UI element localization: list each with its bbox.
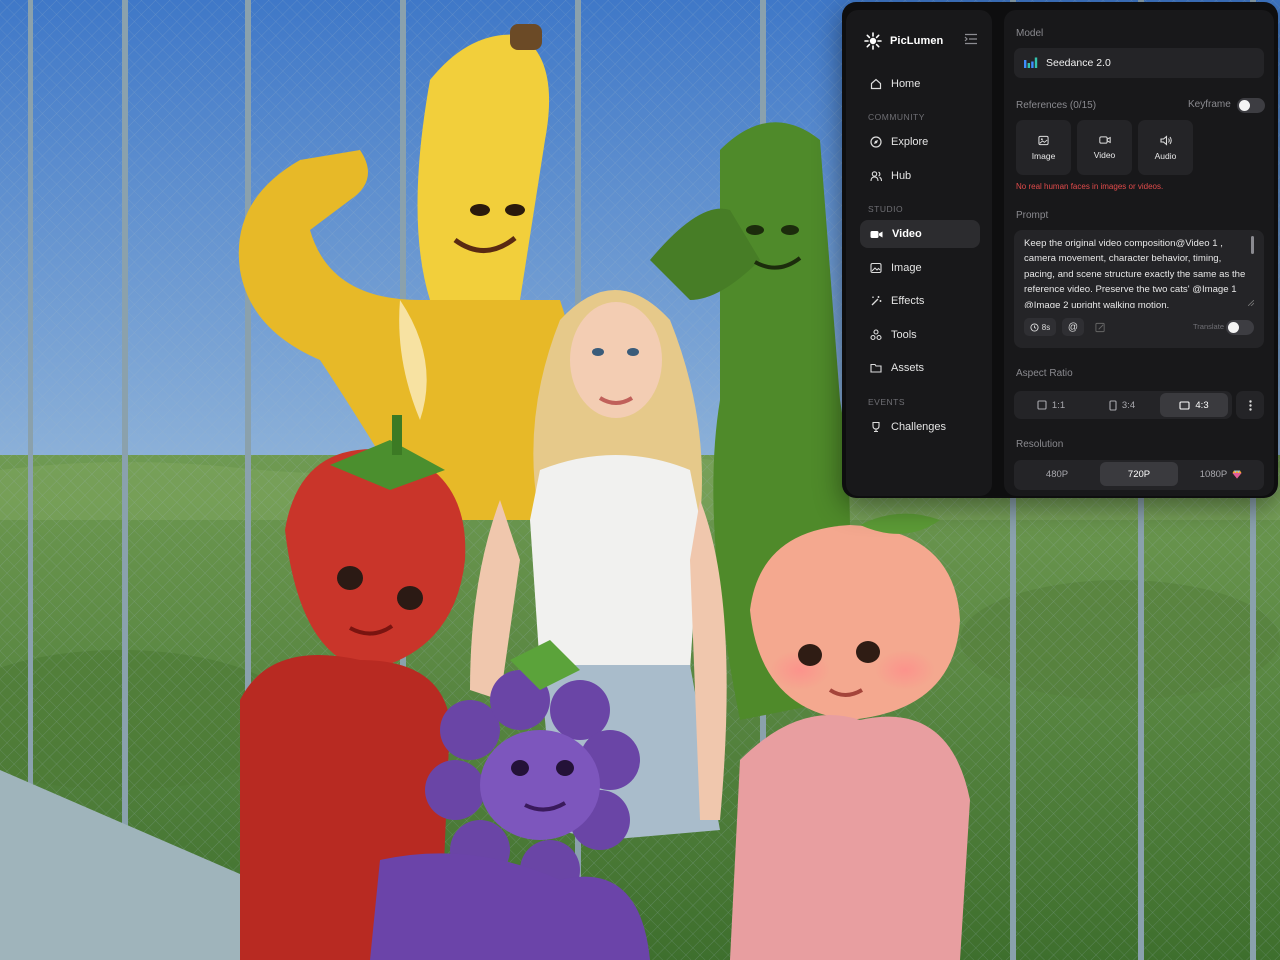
home-icon	[870, 78, 882, 90]
sidebar-item-label: Assets	[891, 362, 925, 374]
model-name: Seedance 2.0	[1046, 57, 1111, 69]
aspect-ratio-label: Aspect Ratio	[1016, 368, 1073, 379]
sidebar-item-tools[interactable]: Tools	[860, 321, 980, 349]
image-icon	[870, 262, 882, 274]
section-community: COMMUNITY	[868, 112, 925, 122]
more-options-button[interactable]	[1236, 391, 1264, 419]
prompt-scrollbar[interactable]	[1251, 236, 1254, 254]
aspect-ratio-selector: 1:1 3:4 4:3	[1014, 391, 1232, 419]
video-icon	[1098, 136, 1111, 144]
sidebar-item-effects[interactable]: Effects	[860, 287, 980, 315]
keyframe-toggle[interactable]	[1237, 98, 1265, 113]
aspect-option-4-3[interactable]: 4:3	[1160, 393, 1228, 417]
reference-image-button[interactable]: Image	[1016, 120, 1071, 175]
logo-icon	[864, 32, 882, 50]
sidebar-item-label: Video	[892, 228, 922, 240]
reference-audio-button[interactable]: Audio	[1138, 120, 1193, 175]
app-name: PicLumen	[890, 35, 944, 47]
seedance-model-icon	[1024, 57, 1038, 68]
reference-image-label: Image	[1031, 150, 1056, 161]
sidebar-item-label: Explore	[891, 136, 929, 148]
translate-toggle[interactable]	[1226, 320, 1254, 335]
face-warning: No real human faces in images or videos.	[1016, 182, 1164, 191]
app-window: PicLumen Home COMMUNITY Explore Hub STUD…	[842, 2, 1278, 498]
resolution-option-label: 480P	[1045, 468, 1069, 480]
edit-note-icon[interactable]	[1095, 322, 1106, 333]
aspect-option-label: 3:4	[1121, 399, 1136, 411]
square-icon	[1037, 400, 1047, 410]
resolution-selector: 480P 720P 1080P	[1014, 460, 1264, 490]
model-label: Model	[1016, 28, 1044, 39]
reference-video-label: Video	[1093, 150, 1116, 160]
resize-handle-icon[interactable]	[1248, 300, 1254, 306]
portrait-icon	[1109, 399, 1117, 411]
sidebar-item-video[interactable]: Video	[860, 220, 980, 248]
sidebar-item-label: Hub	[891, 170, 912, 182]
sidebar-item-challenges[interactable]: Challenges	[860, 413, 980, 441]
translate-label: Translate	[1193, 322, 1224, 331]
references-label: References (0/15)	[1016, 100, 1097, 111]
reference-video-button[interactable]: Video	[1077, 120, 1132, 175]
premium-gem-icon	[1232, 470, 1242, 478]
prompt-area: Keep the original video composition@Vide…	[1014, 230, 1264, 348]
resolution-option-480p[interactable]: 480P	[1018, 462, 1096, 486]
resolution-option-720p[interactable]: 720P	[1100, 462, 1178, 486]
model-select[interactable]: Seedance 2.0	[1014, 48, 1264, 78]
duration-chip[interactable]: 8s	[1024, 318, 1056, 336]
tools-icon	[870, 329, 882, 341]
mention-icon: @	[1067, 321, 1079, 333]
aspect-option-1-1[interactable]: 1:1	[1018, 393, 1084, 417]
sidebar-item-hub[interactable]: Hub	[860, 162, 980, 190]
mention-button[interactable]: @	[1062, 318, 1084, 336]
brand[interactable]: PicLumen	[864, 32, 943, 50]
sidebar-item-label: Home	[891, 78, 921, 90]
aspect-option-label: 1:1	[1051, 399, 1066, 411]
sidebar-item-label: Challenges	[891, 421, 947, 433]
sidebar-item-assets[interactable]: Assets	[860, 354, 980, 382]
landscape-icon	[1179, 400, 1190, 410]
resolution-option-label: 1080P	[1199, 468, 1228, 480]
sidebar-item-label: Effects	[891, 295, 925, 307]
compass-icon	[870, 136, 882, 148]
section-studio: STUDIO	[868, 204, 904, 214]
trophy-icon	[872, 421, 880, 433]
speaker-icon	[1159, 134, 1172, 146]
sidebar-item-image[interactable]: Image	[860, 254, 980, 282]
prompt-label: Prompt	[1016, 210, 1049, 221]
reference-audio-label: Audio	[1154, 150, 1177, 161]
resolution-label: Resolution	[1016, 439, 1064, 450]
aspect-option-3-4[interactable]: 3:4	[1089, 393, 1155, 417]
sidebar-item-label: Tools	[891, 329, 917, 341]
resolution-option-1080p[interactable]: 1080P	[1182, 462, 1260, 486]
sidebar: PicLumen Home COMMUNITY Explore Hub STUD…	[846, 10, 992, 496]
sidebar-collapse-icon[interactable]	[964, 33, 978, 45]
image-icon	[1038, 135, 1049, 145]
users-icon	[870, 171, 882, 182]
sidebar-item-explore[interactable]: Explore	[860, 128, 980, 156]
resolution-option-label: 720P	[1127, 468, 1151, 480]
video-camera-icon	[870, 230, 883, 238]
generation-panel: Model Seedance 2.0 References (0/15) Key…	[1004, 10, 1274, 496]
prompt-textarea[interactable]: Keep the original video composition@Vide…	[1024, 236, 1246, 308]
duration-value: 8s	[1041, 322, 1051, 332]
clock-icon	[1030, 322, 1039, 332]
more-vertical-icon	[1248, 399, 1252, 411]
section-events: EVENTS	[868, 397, 906, 407]
magic-wand-icon	[871, 296, 882, 306]
aspect-option-label: 4:3	[1195, 399, 1209, 411]
keyframe-label: Keyframe	[1188, 99, 1231, 110]
folder-icon	[870, 363, 882, 373]
sidebar-item-label: Image	[891, 262, 922, 274]
sidebar-item-home[interactable]: Home	[860, 70, 980, 98]
